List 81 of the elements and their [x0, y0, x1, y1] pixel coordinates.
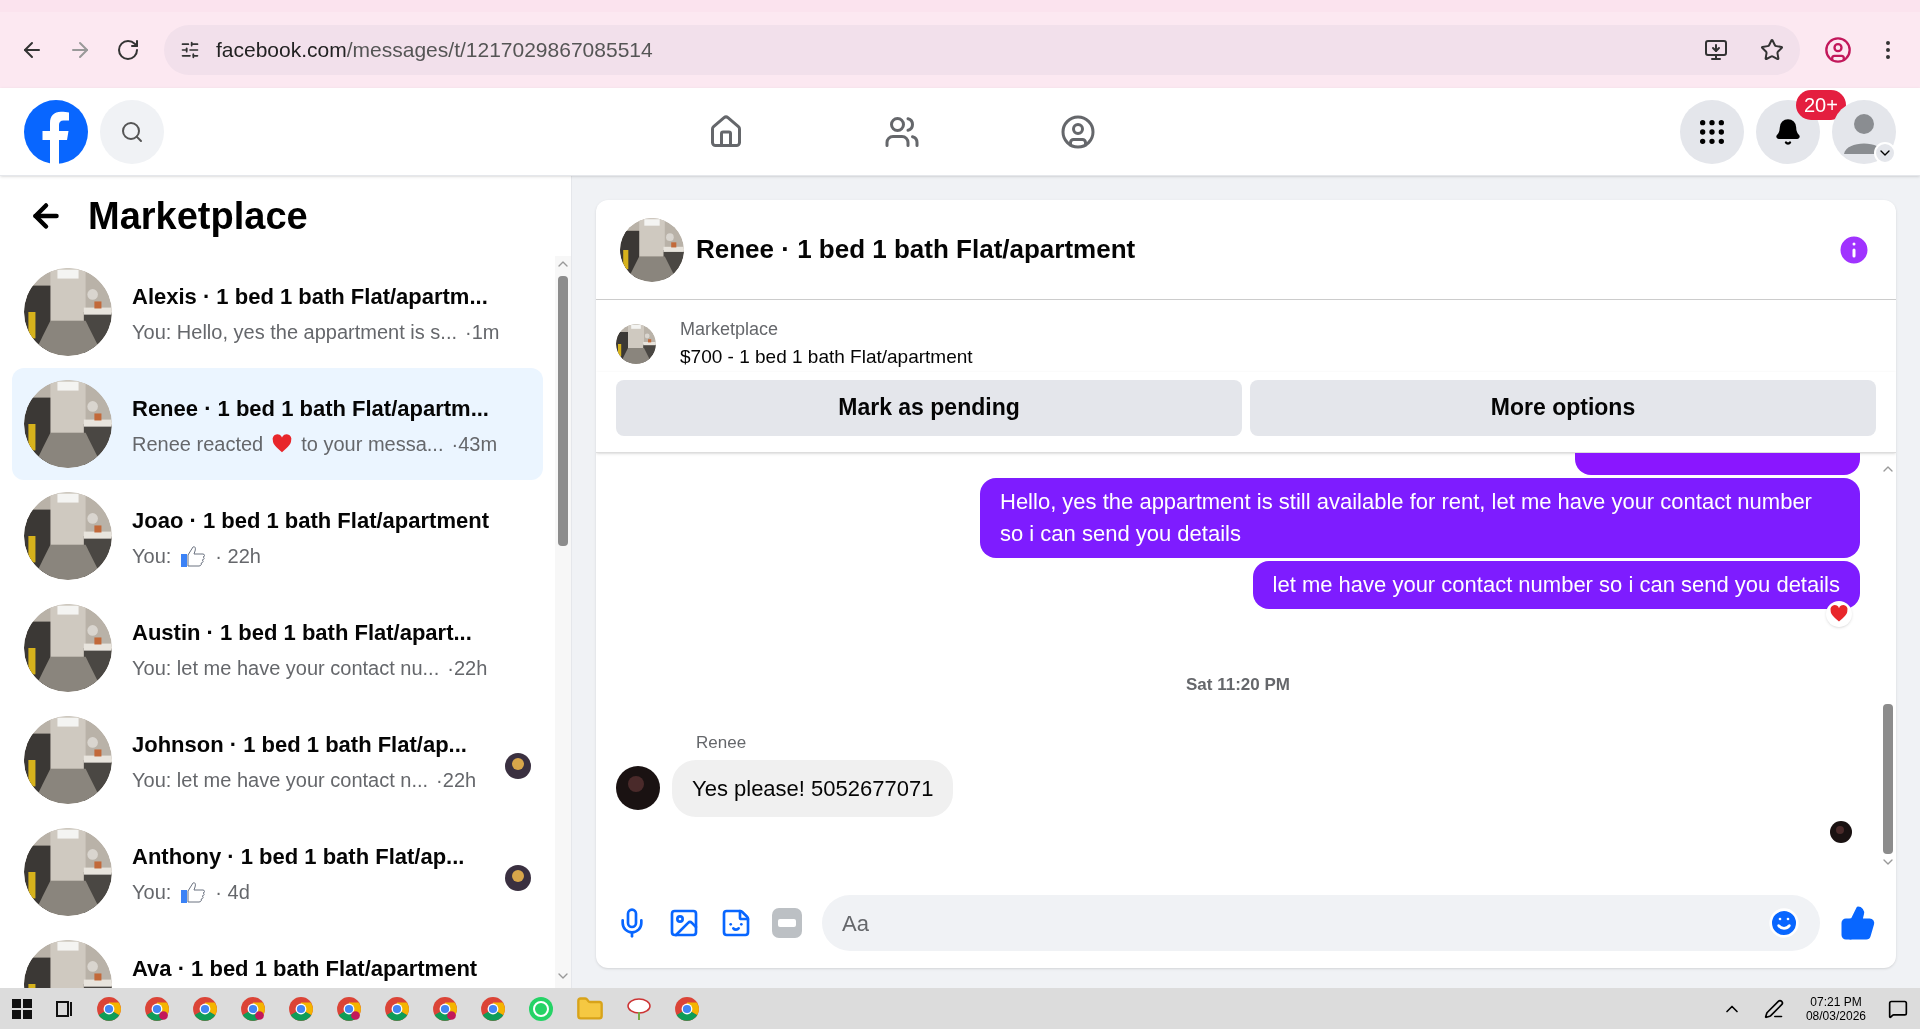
sidebar-title: Marketplace	[88, 193, 308, 239]
chrome-icon[interactable]	[384, 995, 410, 1022]
conversation-item[interactable]: Anthony · 1 bed 1 bath Flat/ap... You: · 4d	[12, 816, 543, 928]
conversation-item[interactable]: Johnson · 1 bed 1 bath Flat/ap... You: let me have your contact n... ·22h	[12, 704, 543, 816]
chat-title: Renee · 1 bed 1 bath Flat/apartment	[696, 233, 1137, 266]
conversation-title: Johnson · 1 bed 1 bath Flat/ap...	[132, 731, 468, 759]
message-preview: Renee reacted	[132, 432, 264, 457]
conversation-item[interactable]: Alexis · 1 bed 1 bath Flat/apartm... You: Hello, yes the appartment is s... ·1m	[12, 256, 543, 368]
chrome-icon[interactable]	[480, 995, 506, 1022]
sticker-icon[interactable]	[720, 907, 752, 939]
message-preview: You: let me have your contact nu...	[132, 656, 440, 681]
message-preview: to your messa...	[301, 432, 444, 457]
thumbs-up-icon	[179, 544, 208, 568]
message-input[interactable]: Aa	[842, 906, 1768, 940]
message-bubble: let me have your contact number so i can send you details	[1252, 560, 1860, 609]
windows-icon[interactable]	[12, 998, 32, 1019]
listing-label: Marketplace	[680, 318, 780, 341]
composer-bar[interactable]: Aa	[822, 895, 1820, 951]
conversation-title: Ava · 1 bed 1 bath Flat/apartment	[132, 955, 479, 983]
site-settings-icon[interactable]	[180, 40, 200, 60]
url-text: facebook.com/messages/t/1217029867085514	[216, 37, 654, 64]
scroll-thumb[interactable]	[1883, 704, 1893, 854]
task-view-icon[interactable]	[54, 998, 74, 1019]
sender-name: Renee	[696, 732, 748, 754]
read-receipt-icon	[1830, 820, 1852, 843]
conversation-title: Anthony · 1 bed 1 bath Flat/ap...	[132, 843, 466, 871]
conversation-title: Austin · 1 bed 1 bath Flat/apart...	[132, 619, 473, 647]
chrome-icon[interactable]	[96, 995, 122, 1022]
notification-center-icon[interactable]	[1888, 998, 1908, 1019]
message-time: · 22h	[215, 544, 261, 569]
chrome-icon[interactable]	[674, 995, 700, 1022]
sender-avatar-icon	[616, 766, 660, 810]
chrome-icon[interactable]	[240, 995, 266, 1022]
clock-date: 08/03/2026	[1805, 1008, 1866, 1023]
chrome-icon[interactable]	[336, 995, 362, 1022]
emoji-icon[interactable]	[1768, 907, 1800, 939]
conversation-title: Alexis · 1 bed 1 bath Flat/apartm...	[132, 283, 489, 311]
listing-button[interactable]: More options	[1250, 379, 1876, 436]
chrome-icon[interactable]	[288, 995, 314, 1022]
conversation-item[interactable]: Joao · 1 bed 1 bath Flat/apartment You: · 22h	[12, 480, 543, 592]
pen-icon[interactable]	[1763, 998, 1784, 1019]
address-bar[interactable]: facebook.com/messages/t/1217029867085514	[164, 25, 1800, 75]
thumbs-up-icon	[179, 880, 208, 904]
message-time: ·1m	[465, 320, 500, 345]
clock-time: 07:21 PM	[1810, 994, 1862, 1009]
bell-icon[interactable]	[1774, 117, 1802, 146]
photo-icon[interactable]	[668, 907, 700, 939]
logo-icon[interactable]	[24, 99, 88, 164]
timestamp: Sat 11:20 PM	[1186, 673, 1290, 696]
message-preview: You: Hello, yes the appartment is s...	[132, 320, 457, 345]
listing-button[interactable]: Mark as pending	[616, 379, 1242, 436]
conversation-title: Joao · 1 bed 1 bath Flat/apartment	[132, 507, 490, 535]
bookmark-star-icon[interactable]	[1760, 38, 1784, 62]
notification-badge: 20+	[1796, 89, 1846, 120]
groups-icon[interactable]	[1060, 113, 1096, 150]
chrome-icon[interactable]	[144, 995, 170, 1022]
listing-title: $700 - 1 bed 1 bath Flat/apartment	[680, 345, 973, 369]
paint-app-icon[interactable]	[626, 995, 652, 1022]
heart-icon	[271, 433, 294, 455]
reload-icon[interactable]	[116, 38, 140, 62]
install-icon[interactable]	[1704, 38, 1728, 62]
message-preview: You:	[132, 544, 172, 569]
conversation-item[interactable]: Renee · 1 bed 1 bath Flat/apartm... Renee reacted to your messa... ·43m	[12, 368, 543, 480]
chrome-icon[interactable]	[432, 995, 458, 1022]
chrome-icon[interactable]	[192, 995, 218, 1022]
message-bubble: Yes please! 5052677071	[672, 759, 954, 817]
message-time: ·43m	[451, 432, 498, 457]
conversation-title: Renee · 1 bed 1 bath Flat/apartm...	[132, 395, 490, 423]
message-preview: You: let me have your contact n...	[132, 768, 429, 793]
scroll-thumb[interactable]	[558, 276, 568, 546]
search-icon[interactable]	[120, 119, 144, 144]
home-icon[interactable]	[708, 113, 744, 150]
message-bubble: Hello, yes the appartment is still available for rent, let me have your contact number so i can send you details	[980, 477, 1860, 558]
message-time: ·22h	[447, 656, 488, 681]
message-time: · 4d	[215, 880, 250, 905]
scrollbar[interactable]	[555, 256, 571, 988]
message-time: ·22h	[436, 768, 477, 793]
conversation-item[interactable]: Austin · 1 bed 1 bath Flat/apart... You: let me have your contact nu... ·22h	[12, 592, 543, 704]
message-preview: You:	[132, 880, 172, 905]
thumbs-up-icon[interactable]	[1840, 905, 1876, 941]
profile-icon[interactable]	[1824, 36, 1852, 64]
